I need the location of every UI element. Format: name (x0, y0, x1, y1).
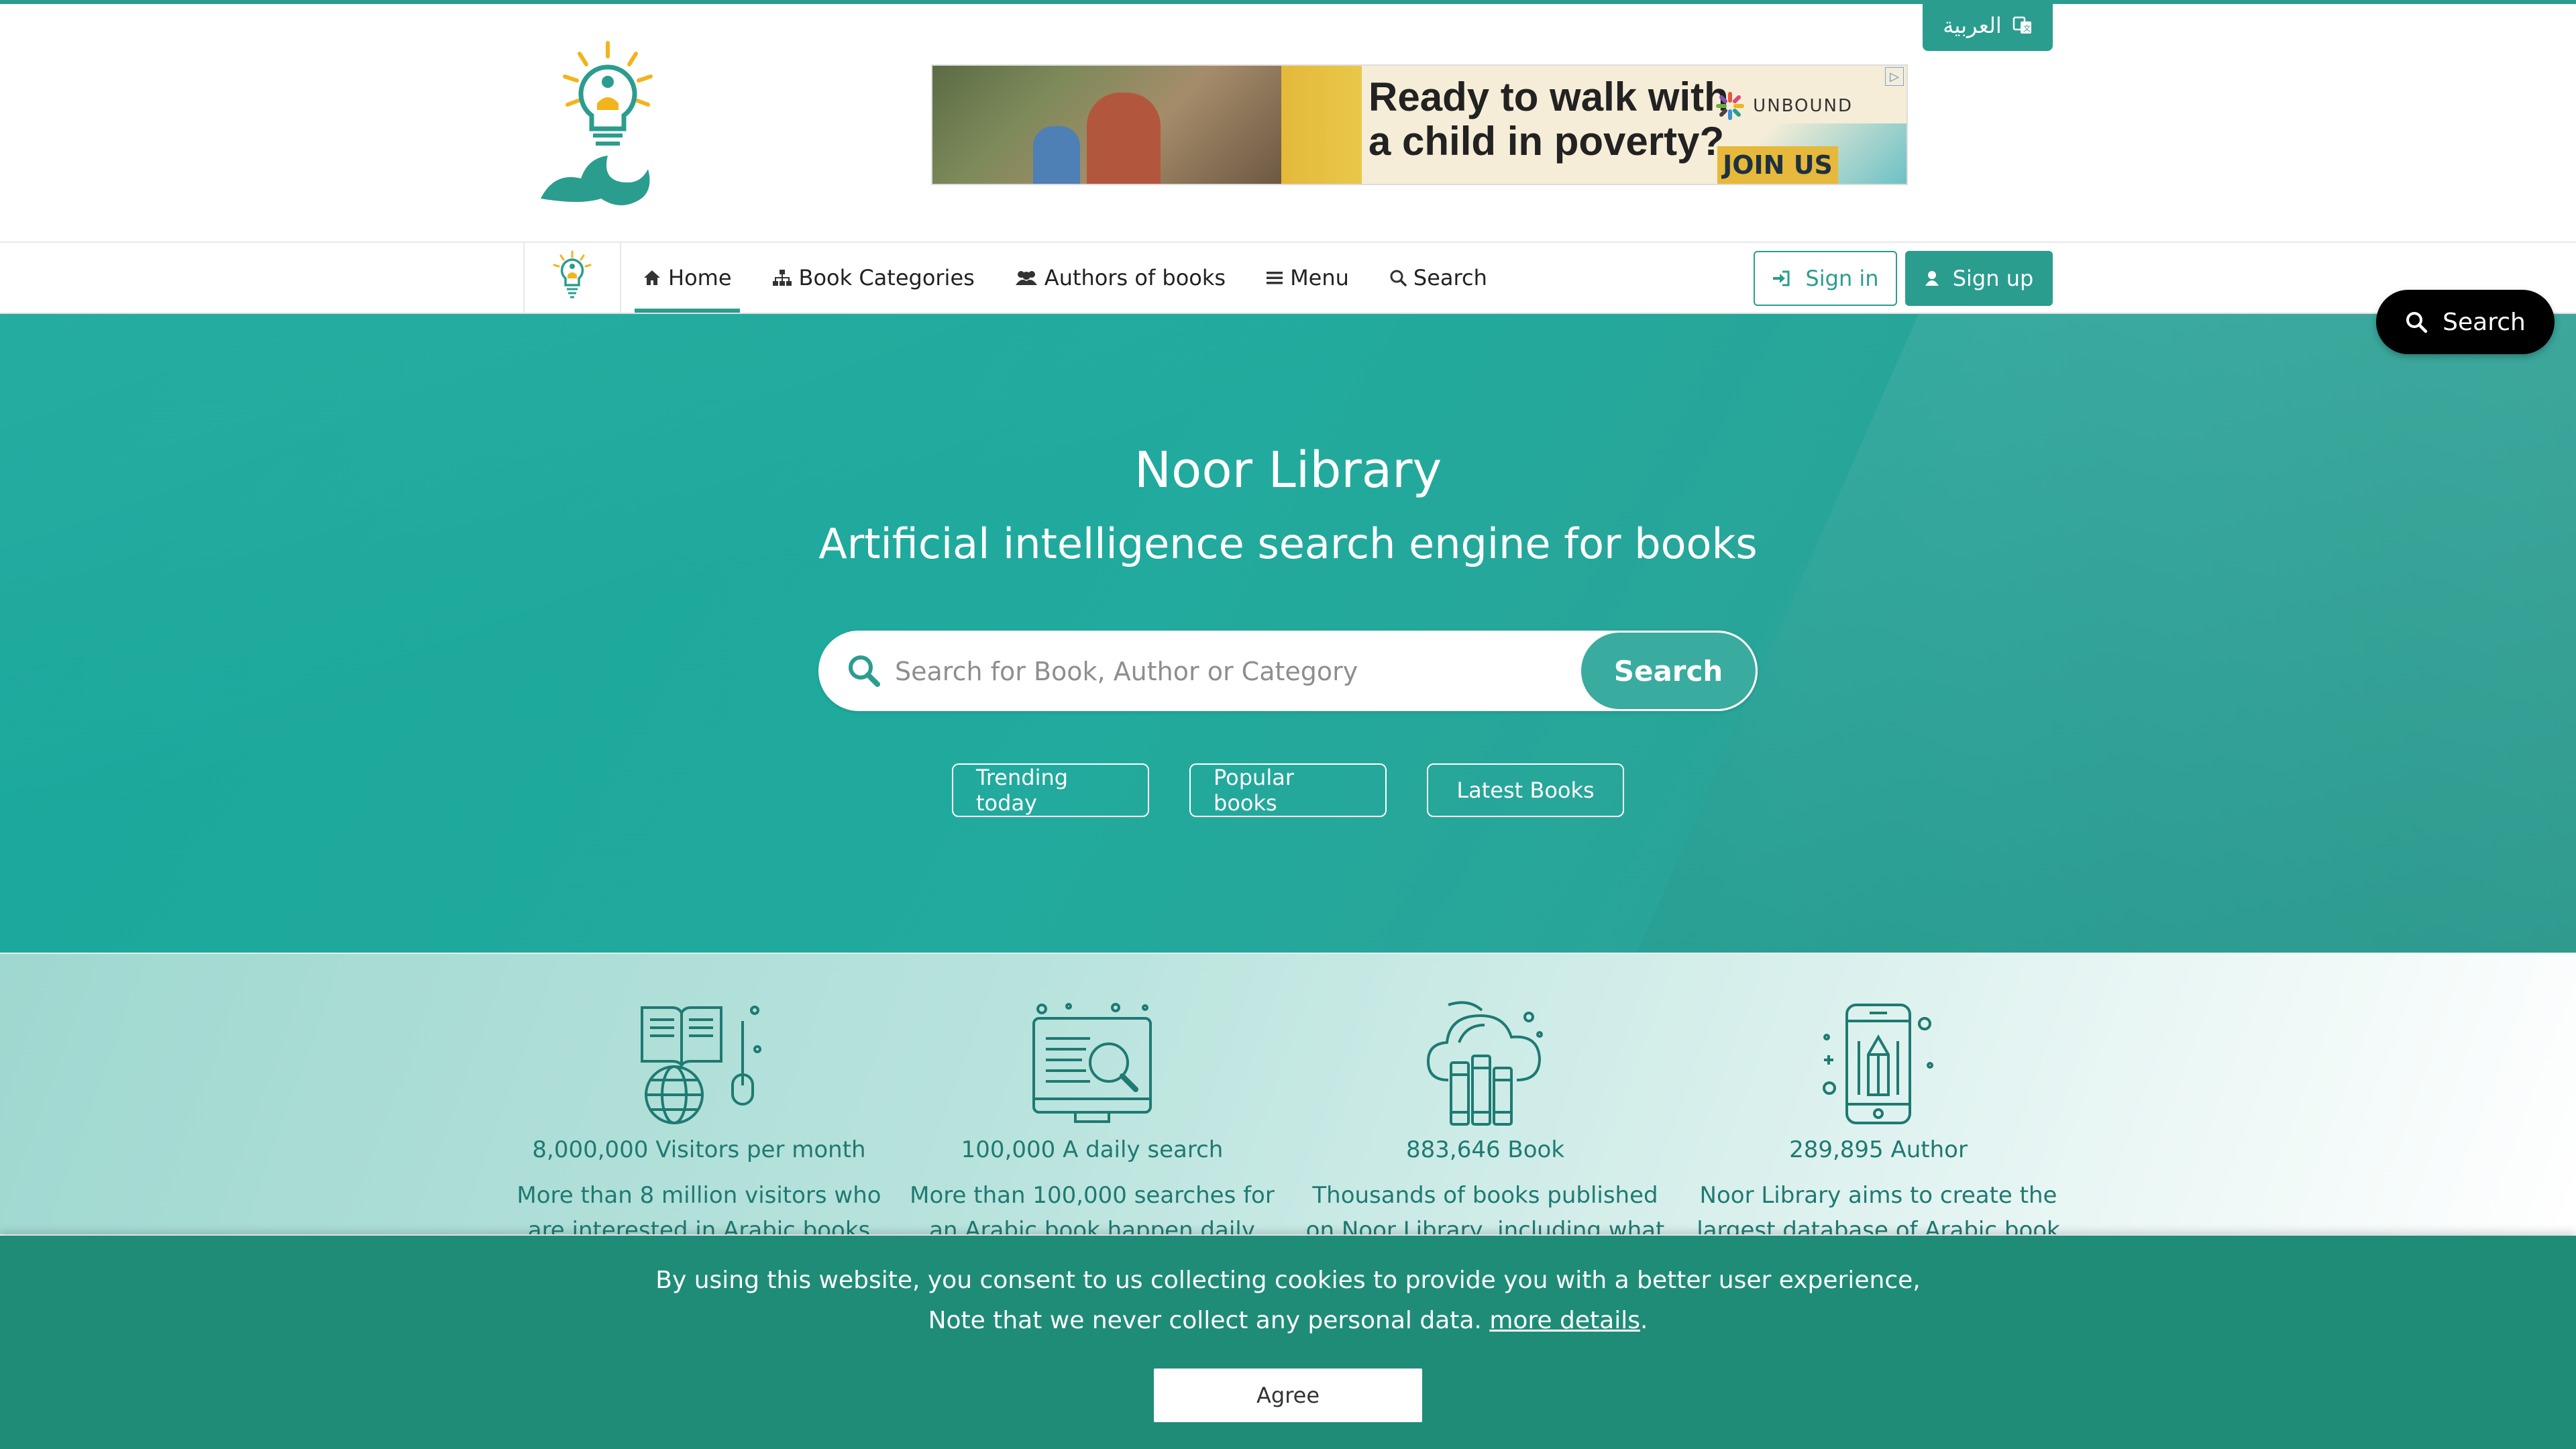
nav-menu-item[interactable]: Menu (1258, 243, 1357, 313)
nav-search-label: Search (1413, 265, 1487, 290)
cookie-agree-button[interactable]: Agree (1154, 1368, 1422, 1422)
sign-up-label: Sign up (1952, 266, 2034, 291)
search-submit-button[interactable]: Search (1579, 631, 1758, 711)
book-globe-icon (641, 1006, 761, 1124)
stat-searches-desc: More than 100,000 searches for an Arabic… (910, 1182, 1275, 1234)
ad-brand-label: UNBOUND (1753, 96, 1853, 116)
stat-books: 883,646 Book Thousands of books publishe… (1297, 1001, 1673, 1234)
stats-section: 8,000,000 Visitors per month More than 8… (0, 953, 2576, 1234)
trending-today-button[interactable]: Trending today (952, 763, 1149, 817)
search-bar: Search (818, 631, 1758, 711)
search-icon (849, 655, 880, 687)
page-subtitle: Artificial intelligence search engine fo… (818, 519, 1758, 568)
main-navbar: Home Book Categories Authors of books Me… (0, 241, 2576, 314)
users-icon (1015, 271, 1037, 285)
lightbulb-logo-icon (553, 250, 592, 299)
stat-authors-title: 289,895 Author (1789, 1136, 1968, 1163)
nav-search[interactable]: Search (1381, 243, 1495, 313)
stat-books-title: 883,646 Book (1405, 1136, 1565, 1163)
ad-text-panel: Ready to walk with a child in poverty? U… (1362, 66, 1907, 184)
adchoices-icon[interactable]: ▷ (1885, 67, 1904, 86)
cookie-message-line1: By using this website, you consent to us… (655, 1267, 1921, 1294)
ad-join-button[interactable]: JOIN US (1717, 146, 1838, 184)
site-logo[interactable] (521, 38, 682, 212)
sitemap-icon (772, 270, 792, 286)
latest-books-button[interactable]: Latest Books (1427, 763, 1624, 817)
sign-in-icon (1773, 270, 1790, 286)
nav-logo[interactable] (523, 243, 621, 313)
language-label: العربية (1943, 13, 2002, 38)
stat-authors: 289,895 Author Noor Library aims to crea… (1690, 1001, 2066, 1234)
ad-headline: Ready to walk with a child in poverty? (1368, 74, 1729, 164)
cookie-consent-banner: By using this website, you consent to us… (0, 1236, 2576, 1449)
hero-section: Noor Library Artificial intelligence sea… (0, 314, 2576, 953)
floating-search-label: Search (2443, 308, 2526, 336)
home-icon (644, 270, 660, 285)
hero-shade (1637, 314, 2576, 953)
site-header: Ready to walk with a child in poverty? U… (0, 4, 2576, 241)
nav-book-categories[interactable]: Book Categories (764, 243, 983, 313)
cloud-books-icon (1426, 1001, 1543, 1126)
cookie-more-details-link[interactable]: more details (1489, 1307, 1640, 1334)
unbound-logo-icon (1716, 92, 1745, 120)
page-title: Noor Library (1134, 441, 1442, 499)
nav-home-label: Home (668, 265, 732, 290)
stat-visitors-desc: More than 8 million visitors who are int… (517, 1182, 881, 1234)
advertisement-banner[interactable]: Ready to walk with a child in poverty? U… (931, 64, 1908, 185)
cookie-line2-suffix: . (1640, 1307, 1648, 1334)
ad-photo (932, 66, 1281, 184)
stat-books-desc: Thousands of books published on Noor Lib… (1305, 1182, 1665, 1234)
stat-authors-desc: Noor Library aims to create the largest … (1697, 1182, 2060, 1234)
language-switch-button[interactable]: العربية 文 (1923, 0, 2053, 51)
nav-book-categories-label: Book Categories (798, 265, 975, 290)
ad-person-adult (1087, 93, 1161, 184)
translate-icon: 文 (2012, 16, 2031, 34)
ad-brand: UNBOUND (1715, 91, 1853, 121)
nav-authors-label: Authors of books (1044, 265, 1226, 290)
nav-authors[interactable]: Authors of books (1007, 243, 1234, 313)
stat-visitors-title: 8,000,000 Visitors per month (532, 1136, 866, 1163)
user-icon (1925, 271, 1939, 286)
nav-menu: Home Book Categories Authors of books Me… (635, 243, 1519, 313)
search-input[interactable] (894, 644, 1634, 699)
nav-home[interactable]: Home (635, 243, 740, 313)
stat-searches: 100,000 A daily search More than 100,000… (904, 1001, 1280, 1234)
bars-icon (1267, 272, 1283, 284)
sign-up-button[interactable]: Sign up (1905, 251, 2053, 306)
ad-stripe (1281, 66, 1362, 184)
sign-in-label: Sign in (1805, 266, 1879, 291)
popular-books-button[interactable]: Popular books (1189, 763, 1387, 817)
svg-text:文: 文 (2023, 23, 2031, 33)
sign-in-button[interactable]: Sign in (1754, 251, 1897, 306)
stat-searches-title: 100,000 A daily search (961, 1136, 1224, 1163)
cookie-message-line2: Note that we never collect any personal … (0, 1307, 2576, 1334)
cookie-message-line2-text: Note that we never collect any personal … (928, 1307, 1482, 1334)
monitor-search-icon (1032, 1003, 1152, 1123)
ad-person-child (1033, 126, 1080, 184)
phone-pencil-icon (1823, 1004, 1933, 1124)
quick-links: Trending today Popular books Latest Book… (0, 763, 2576, 817)
stat-visitors: 8,000,000 Visitors per month More than 8… (511, 1001, 887, 1234)
stats-divider (0, 953, 2576, 954)
floating-search-button[interactable]: Search (2376, 290, 2555, 354)
nav-menu-label: Menu (1290, 265, 1349, 290)
search-icon (2406, 312, 2428, 333)
search-icon (1390, 270, 1407, 286)
